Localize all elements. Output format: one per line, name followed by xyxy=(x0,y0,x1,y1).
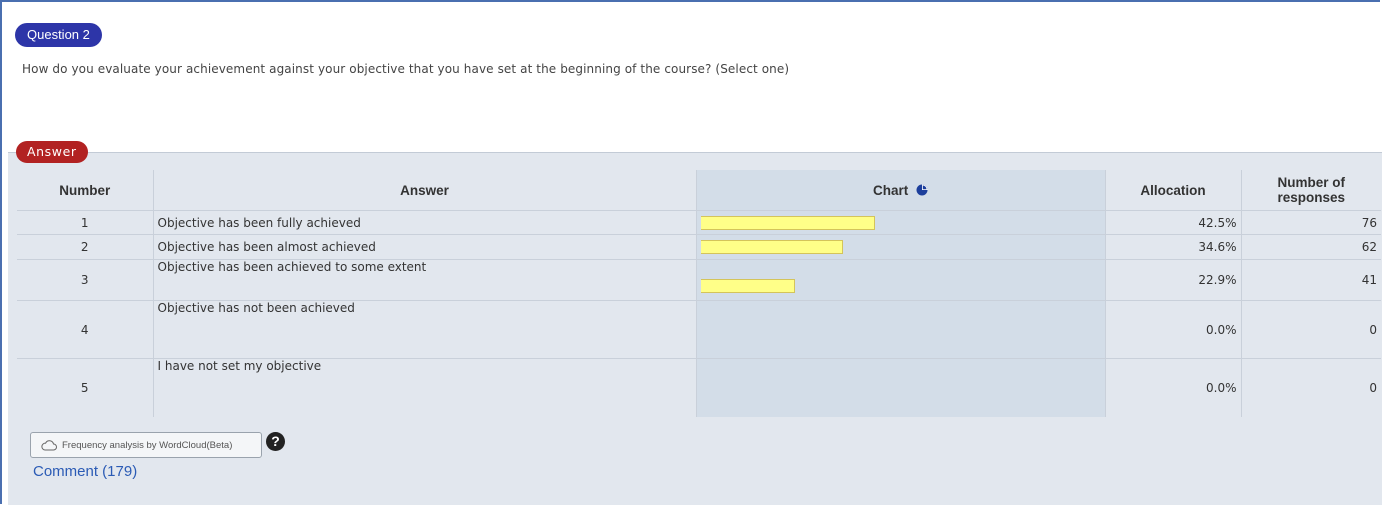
table-row: 2 Objective has been almost achieved 34.6%… xyxy=(17,234,1381,260)
row-chart-cell xyxy=(695,259,1105,301)
row-number: 4 xyxy=(17,300,153,359)
row-allocation: 0.0% xyxy=(1104,358,1241,417)
pie-chart-icon[interactable] xyxy=(916,184,928,196)
header-chart-label: Chart xyxy=(872,182,909,198)
comment-link[interactable]: Comment (179) xyxy=(33,463,137,480)
row-answer-text: Objective has been almost achieved xyxy=(152,234,696,260)
header-allocation: Allocation xyxy=(1104,170,1241,211)
header-responses-line2: responses xyxy=(1277,190,1346,205)
question-badge: Question 2 xyxy=(15,23,102,47)
row-number: 2 xyxy=(17,234,153,260)
row-chart-cell xyxy=(695,210,1105,235)
header-answer: Answer xyxy=(152,170,696,211)
header-responses-line1: Number of xyxy=(1277,175,1346,190)
row-answer-text: Objective has been achieved to some exte… xyxy=(152,259,696,301)
question-circle-icon[interactable]: ? xyxy=(266,432,285,451)
row-chart-cell xyxy=(695,234,1105,260)
table-row: 1 Objective has been fully achieved 42.5% 7… xyxy=(17,210,1381,235)
row-chart-cell xyxy=(695,300,1105,359)
row-allocation: 22.9% xyxy=(1104,259,1241,301)
allocation-bar xyxy=(700,279,795,293)
row-number: 5 xyxy=(17,358,153,417)
row-allocation: 42.5% xyxy=(1104,210,1241,235)
answers-table: Number Answer Chart Allocation Number of… xyxy=(17,170,1381,417)
table-header-row: Number Answer Chart Allocation Number of… xyxy=(17,170,1381,211)
table-row: 3 Objective has been achieved to some ext… xyxy=(17,259,1381,301)
row-responses-link[interactable]: 41 xyxy=(1240,259,1381,301)
row-answer-text: Objective has been fully achieved xyxy=(152,210,696,235)
row-answer-text: Objective has not been achieved xyxy=(152,300,696,359)
row-number: 1 xyxy=(17,210,153,235)
row-chart-cell xyxy=(695,358,1105,417)
row-number: 3 xyxy=(17,259,153,301)
row-answer-text: I have not set my objective xyxy=(152,358,696,417)
table-row: 5I have not set my objective 0.0% 0 xyxy=(17,358,1381,417)
allocation-bar xyxy=(700,215,875,230)
question-text: How do you evaluate your achievement aga… xyxy=(22,62,790,76)
cloud-icon xyxy=(41,439,57,450)
header-number: Number xyxy=(59,182,111,198)
wordcloud-button-label: Frequency analysis by WordCloud(Beta) xyxy=(62,439,233,451)
row-allocation: 0.0% xyxy=(1104,300,1241,359)
table-row: 4 Objective has not been achieved 0.0% 0 xyxy=(17,300,1381,359)
row-allocation: 34.6% xyxy=(1104,234,1241,260)
allocation-bar xyxy=(700,240,843,254)
header-chart[interactable]: Chart xyxy=(695,170,1105,211)
row-responses-link[interactable]: 76 xyxy=(1240,210,1381,235)
answer-badge: Answer xyxy=(16,141,88,163)
row-responses-link[interactable]: 0 xyxy=(1240,358,1381,417)
wordcloud-button[interactable]: Frequency analysis by WordCloud(Beta) xyxy=(30,432,262,458)
row-responses-link[interactable]: 62 xyxy=(1240,234,1381,260)
header-responses: Number of responses xyxy=(1240,170,1381,211)
row-responses-link[interactable]: 0 xyxy=(1240,300,1381,359)
